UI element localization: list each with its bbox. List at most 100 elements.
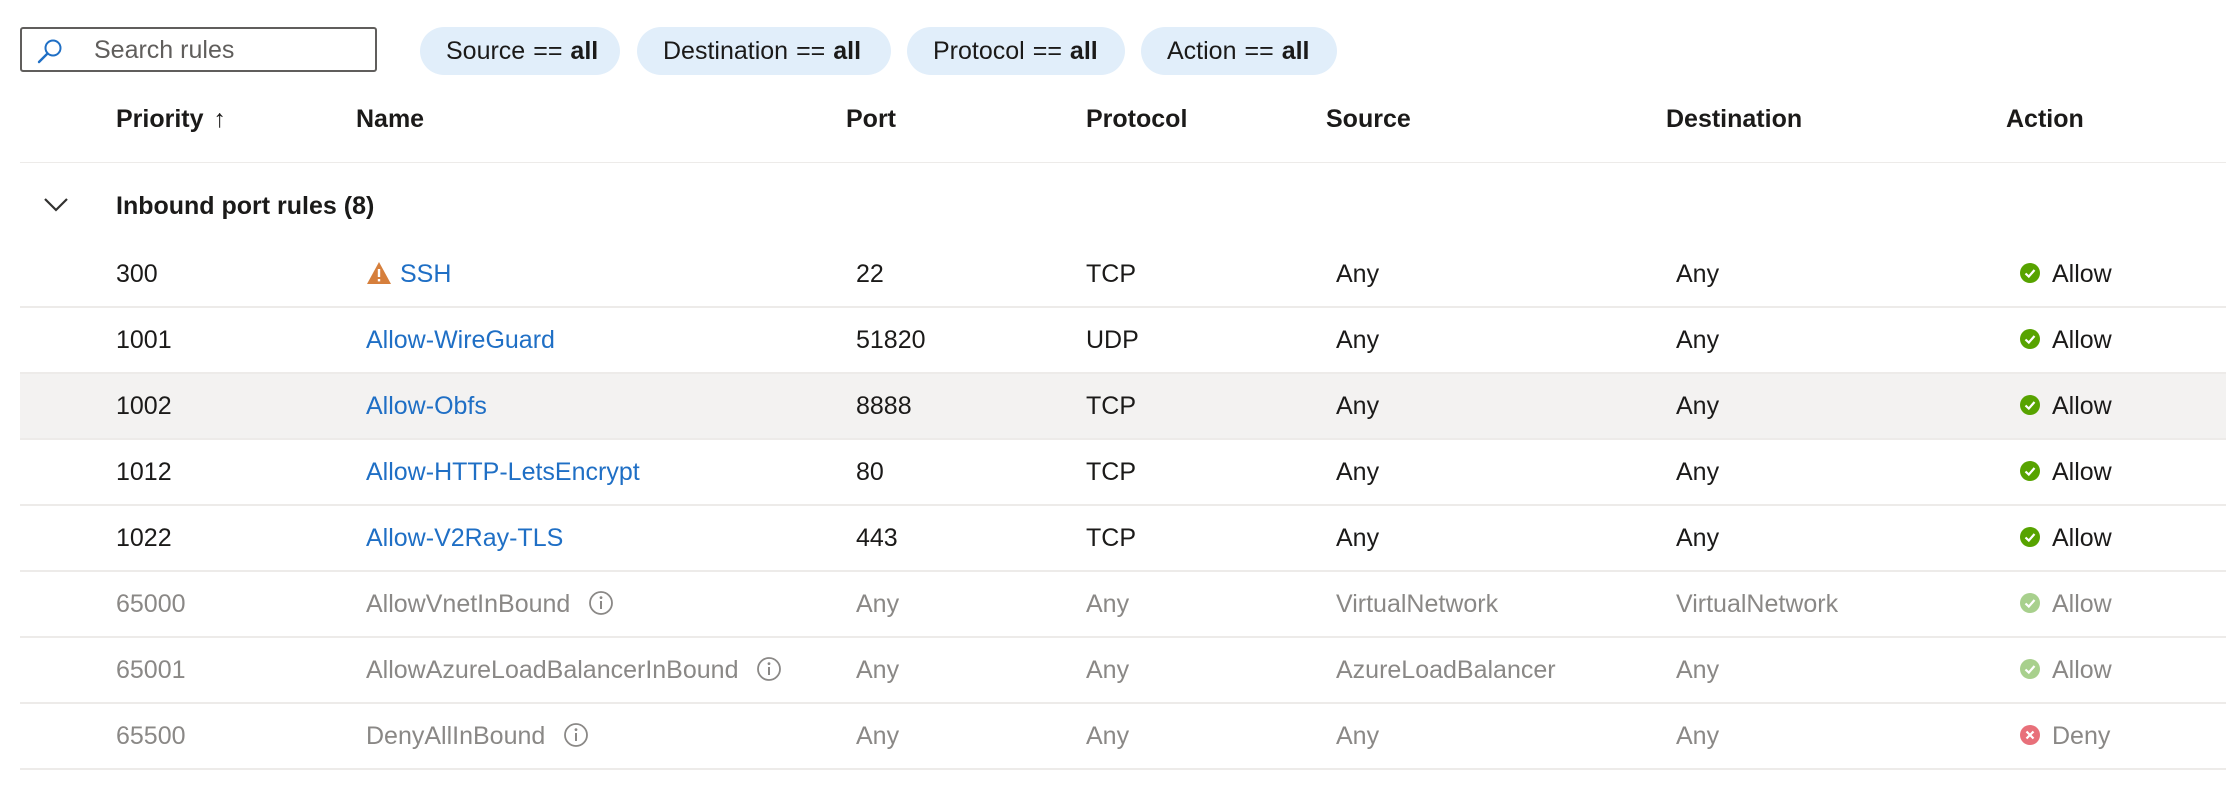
port-cell: 51820: [856, 326, 926, 354]
source-cell: VirtualNetwork: [1336, 590, 1499, 618]
filter-operator: ==: [1244, 37, 1274, 65]
port-cell: 80: [856, 458, 884, 486]
action-label: Allow: [2052, 524, 2112, 552]
column-header-source[interactable]: Source: [1326, 104, 1411, 134]
rule-name-cell: Allow-WireGuard: [366, 308, 555, 372]
port-cell: Any: [856, 590, 900, 618]
check-circle-icon: [2020, 395, 2040, 416]
chevron-down-icon[interactable]: [42, 194, 70, 214]
filter-value: all: [1281, 37, 1310, 65]
filter-field: Source: [446, 37, 526, 65]
rule-name-link[interactable]: Allow-WireGuard: [366, 326, 555, 354]
protocol-cell: TCP: [1086, 524, 1136, 552]
source-cell: Any: [1336, 326, 1380, 354]
action-label: Deny: [2052, 722, 2111, 750]
check-circle-icon: [2020, 527, 2040, 548]
filter-source-pill[interactable]: Source == all: [420, 27, 620, 75]
info-icon[interactable]: [756, 656, 782, 682]
destination-cell: Any: [1676, 326, 1720, 354]
column-header-name[interactable]: Name: [356, 104, 424, 134]
action-cell: Allow: [2020, 440, 2112, 504]
action-cell: Allow: [2020, 506, 2112, 570]
table-row[interactable]: 65001 AllowAzureLoadBalancerInBound Any Any…: [20, 638, 2226, 704]
action-cell: Allow: [2020, 308, 2112, 372]
rule-name-cell: Allow-Obfs: [366, 374, 487, 438]
rule-name-cell: Allow-HTTP-LetsEncrypt: [366, 440, 640, 504]
protocol-cell: TCP: [1086, 260, 1136, 288]
search-icon: [37, 39, 62, 64]
action-label: Allow: [2052, 326, 2112, 354]
column-header-action[interactable]: Action: [2006, 104, 2084, 134]
table-row[interactable]: 300 SSH 22 TCP Any Any Allow: [20, 242, 2226, 308]
filter-operator: ==: [1032, 37, 1062, 65]
action-label: Allow: [2052, 458, 2112, 486]
info-icon[interactable]: [563, 722, 589, 748]
table-row[interactable]: 1002 Allow-Obfs 8888 TCP Any Any Allow: [20, 374, 2226, 440]
source-cell: Any: [1336, 722, 1380, 750]
priority-cell: 1022: [116, 524, 172, 552]
priority-cell: 65000: [116, 590, 186, 618]
sort-ascending-icon: ↑: [213, 105, 227, 133]
table-row[interactable]: 1001 Allow-WireGuard 51820 UDP Any Any Allow: [20, 308, 2226, 374]
source-cell: Any: [1336, 392, 1380, 420]
column-header-port[interactable]: Port: [846, 104, 896, 134]
x-circle-icon: [2020, 725, 2040, 746]
table-row[interactable]: 1012 Allow-HTTP-LetsEncrypt 80 TCP Any Any All…: [20, 440, 2226, 506]
rule-name-text: AllowVnetInBound: [366, 590, 571, 618]
table-row[interactable]: 1022 Allow-V2Ray-TLS 443 TCP Any Any Allow: [20, 506, 2226, 572]
priority-cell: 300: [116, 260, 158, 288]
filter-destination-pill[interactable]: Destination == all: [637, 27, 891, 75]
action-cell: Allow: [2020, 374, 2112, 438]
action-cell: Deny: [2020, 704, 2110, 768]
warning-icon: [367, 262, 391, 285]
rule-name-text: AllowAzureLoadBalancerInBound: [366, 656, 739, 684]
source-cell: Any: [1336, 260, 1380, 288]
action-cell: Allow: [2020, 638, 2112, 702]
action-cell: Allow: [2020, 242, 2112, 306]
port-cell: Any: [856, 722, 900, 750]
filter-value: all: [570, 37, 599, 65]
protocol-cell: Any: [1086, 656, 1130, 684]
check-circle-icon: [2020, 329, 2040, 350]
destination-cell: Any: [1676, 524, 1720, 552]
port-cell: Any: [856, 656, 900, 684]
check-circle-icon: [2020, 263, 2040, 284]
info-icon[interactable]: [588, 590, 614, 616]
filter-action-pill[interactable]: Action == all: [1141, 27, 1337, 75]
rule-name-cell: AllowAzureLoadBalancerInBound: [366, 638, 782, 702]
search-input[interactable]: [94, 33, 364, 67]
group-title-inbound: Inbound port rules (8): [116, 192, 375, 220]
protocol-cell: UDP: [1086, 326, 1139, 354]
rule-name-link[interactable]: Allow-Obfs: [366, 392, 487, 420]
action-label: Allow: [2052, 590, 2112, 618]
rule-name-link[interactable]: Allow-HTTP-LetsEncrypt: [366, 458, 640, 486]
filter-value: all: [1069, 37, 1098, 65]
priority-cell: 65500: [116, 722, 186, 750]
rule-name-text: DenyAllInBound: [366, 722, 546, 750]
check-circle-icon: [2020, 461, 2040, 482]
table-row[interactable]: 65500 DenyAllInBound Any Any Any Any Deny: [20, 704, 2226, 770]
filter-field: Protocol: [933, 37, 1025, 65]
rule-name-cell: AllowVnetInBound: [366, 572, 614, 636]
destination-cell: Any: [1676, 260, 1720, 288]
rule-name-link[interactable]: Allow-V2Ray-TLS: [366, 524, 563, 552]
filter-protocol-pill[interactable]: Protocol == all: [907, 27, 1125, 75]
destination-cell: Any: [1676, 656, 1720, 684]
filter-operator: ==: [796, 37, 826, 65]
rule-name-cell: DenyAllInBound: [366, 704, 589, 768]
action-label: Allow: [2052, 392, 2112, 420]
port-cell: 8888: [856, 392, 912, 420]
column-header-destination[interactable]: Destination: [1666, 104, 1802, 134]
destination-cell: Any: [1676, 392, 1720, 420]
priority-cell: 1002: [116, 392, 172, 420]
table-row[interactable]: 65000 AllowVnetInBound Any Any VirtualNetwor…: [20, 572, 2226, 638]
check-circle-icon: [2020, 593, 2040, 614]
search-box[interactable]: [20, 27, 377, 72]
header-divider: [20, 162, 2226, 163]
filter-field: Action: [1167, 37, 1237, 65]
action-label: Allow: [2052, 260, 2112, 288]
rule-name-link[interactable]: SSH: [400, 260, 451, 288]
destination-cell: Any: [1676, 722, 1720, 750]
column-header-priority[interactable]: Priority ↑: [116, 104, 226, 134]
column-header-protocol[interactable]: Protocol: [1086, 104, 1187, 134]
